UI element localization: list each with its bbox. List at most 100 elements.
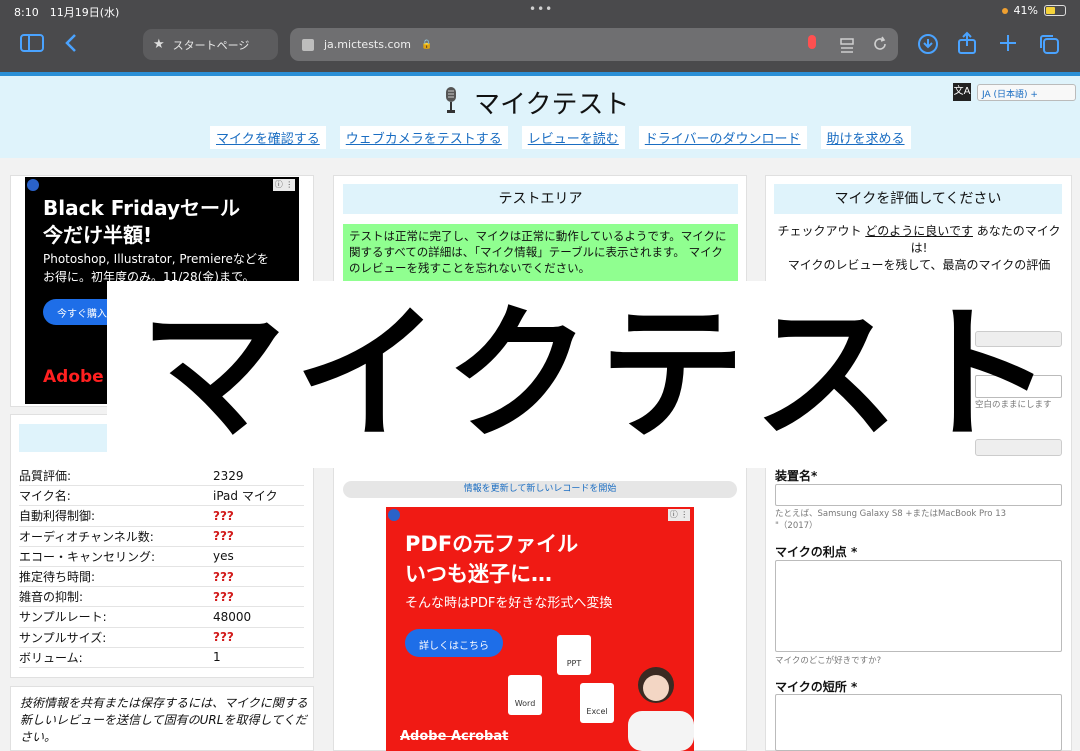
how-good-link[interactable]: どのように良いです (865, 224, 973, 238)
lock-icon: 🔒 (420, 39, 433, 50)
microphone-icon[interactable] (808, 35, 816, 49)
ad-choices-icon[interactable]: ⓘ ⋮ (668, 509, 690, 521)
ad-headline-line1: PDFの元ファイル (405, 532, 579, 556)
test-success-message: テストは正常に完了し、マイクは正常に動作しているようです。マイクに関するすべての… (343, 224, 738, 284)
nav-read-reviews[interactable]: レビューを読む (521, 126, 625, 149)
device-name-label: 装置名* (775, 469, 818, 483)
pros-label: マイクの利点 * (775, 545, 858, 559)
info-value: 2329 (213, 468, 244, 483)
ad-headline-line1: Black Fridayセール (43, 196, 241, 220)
language-select[interactable]: JA (日本語) + (977, 84, 1076, 101)
info-value: ??? (213, 589, 234, 604)
battery-percent: 41% (1013, 4, 1038, 17)
ad-info-icon (388, 509, 400, 521)
pros-textarea[interactable] (775, 560, 1062, 652)
mic-info-table: 品質評価: 2329 マイク名: iPad マイク 自動利得制御:??? オーディオチャン… (19, 466, 304, 668)
info-row: 推定待ち時間:??? (19, 567, 304, 588)
info-key: サンプルレート: (19, 610, 107, 625)
info-value: ??? (213, 508, 234, 523)
microphone-logo-icon (446, 87, 456, 113)
browser-toolbar: 8:10 11月19日(水) ••• 41% ★ スタートページ ja.mict… (0, 0, 1080, 72)
ad-headline-line2: 今だけ半額! (43, 223, 153, 247)
person-illustration (628, 667, 694, 751)
refresh-record-link[interactable]: 情報を更新して新しいレコードを開始 (343, 481, 737, 498)
ad-choices-icon[interactable]: ⓘ ⋮ (273, 179, 295, 191)
tabs-overview-icon[interactable] (1038, 33, 1060, 60)
adobe-acrobat-logo: Adobe Acrobat (400, 729, 509, 744)
ad-headline-line2: いつも迷子に… (405, 562, 552, 586)
cons-textarea[interactable] (775, 694, 1062, 751)
star-icon: ★ (153, 37, 165, 52)
ad-headline: PDFの元ファイル いつも迷子に… (405, 529, 578, 589)
ad-subtext: そんな時はPDFを好きな形式へ変換 (405, 596, 613, 611)
site-favicon-icon (302, 38, 314, 51)
cons-label: マイクの短所 * (775, 680, 858, 694)
info-row: マイク名: iPad マイク (19, 486, 304, 507)
nav-get-help[interactable]: 助けを求める (820, 126, 911, 149)
nav-test-webcam[interactable]: ウェブカメラをテストする (339, 126, 508, 149)
adobe-logo: Adobe (43, 367, 104, 387)
info-key: マイク名: (19, 489, 71, 504)
ad-info-icon (27, 179, 39, 191)
info-row: オーディオチャンネル数:??? (19, 527, 304, 547)
info-key: 品質評価: (19, 469, 72, 484)
address-bar[interactable]: ja.mictests.com 🔒 (290, 28, 898, 61)
tab-start-page[interactable]: ★ スタートページ (143, 29, 278, 60)
info-row: 雑音の抑制:??? (19, 587, 304, 608)
info-value: iPad マイク (213, 489, 278, 504)
ad-learn-more-button[interactable]: 詳しくはこちら (405, 629, 503, 657)
battery-icon (1044, 5, 1066, 16)
share-icon[interactable] (957, 31, 977, 60)
info-value: ??? (213, 630, 234, 645)
status-indicators: 41% (1001, 4, 1066, 17)
info-row: ボリューム: 1 (19, 648, 304, 668)
rate-mic-title: マイクを評価してください (774, 184, 1062, 214)
nav-check-mic[interactable]: マイクを確認する (210, 126, 326, 149)
translate-icon: 文A (953, 83, 971, 101)
rate-intro-pre: チェックアウト (777, 224, 866, 238)
info-key: 雑音の抑制: (19, 590, 84, 605)
info-value: ??? (213, 529, 234, 544)
url-text: ja.mictests.com (324, 38, 411, 51)
acrobat-ad[interactable]: ⓘ ⋮ PDFの元ファイル いつも迷子に… そんな時はPDFを好きな形式へ変換 … (386, 507, 694, 751)
sidebar-icon[interactable] (20, 33, 44, 57)
test-area-title: テストエリア (343, 184, 738, 214)
ad-headline: Black Fridayセール 今だけ半額! (43, 195, 240, 249)
multitask-dots[interactable]: ••• (529, 2, 553, 16)
back-icon[interactable] (64, 32, 78, 59)
download-icon[interactable] (917, 33, 939, 60)
device-name-input[interactable] (775, 484, 1062, 506)
rate-intro: チェックアウト どのように良いです あなたのマイクは! マイクのレビューを残して… (776, 223, 1062, 274)
info-key: エコー・キャンセリング: (19, 549, 156, 564)
site-title[interactable]: マイクテスト (474, 84, 629, 121)
info-value: 48000 (213, 609, 252, 624)
info-row: サンプルレート: 48000 (19, 607, 304, 628)
info-row: 自動利得制御:??? (19, 506, 304, 527)
info-row: 品質評価: 2329 (19, 466, 304, 487)
nav-download-drivers[interactable]: ドライバーのダウンロード (638, 126, 807, 149)
info-row: サンプルサイズ:??? (19, 628, 304, 648)
info-key: サンプルサイズ: (19, 630, 107, 645)
tab-label: スタートページ (172, 38, 250, 52)
info-value: ??? (213, 569, 234, 584)
info-key: ボリューム: (19, 650, 83, 665)
info-key: 自動利得制御: (19, 509, 96, 524)
info-row: エコー・キャンセリング: yes (19, 547, 304, 567)
reload-icon[interactable] (872, 34, 888, 58)
info-key: 推定待ち時間: (19, 570, 96, 585)
share-info-text: 技術情報を共有または保存するには、マイクに関する新しいレビューを送信して固有のU… (20, 696, 308, 744)
overlay-caption: マイクテスト (140, 290, 1062, 460)
info-value: 1 (213, 650, 221, 665)
new-tab-icon[interactable] (998, 33, 1018, 58)
device-name-hint: たとえば、Samsung Galaxy S8 +またはMacBook Pro 1… (775, 509, 1007, 531)
pros-hint: マイクのどこが好きですか? (775, 656, 882, 666)
reader-icon[interactable] (840, 35, 854, 59)
word-file-icon: Word (508, 675, 542, 715)
rate-intro-line2: マイクのレビューを残して、最高のマイクの評価 (787, 258, 1051, 272)
ad-subtext-line1: Photoshop, Illustrator, Premiereなどを (43, 252, 269, 266)
main-nav: マイクを確認する ウェブカメラをテストする レビューを読む ドライバーのダウンロ… (210, 126, 911, 149)
info-value: yes (213, 549, 234, 564)
info-key: オーディオチャンネル数: (19, 529, 154, 544)
mic-indicator-icon (1001, 7, 1008, 14)
ppt-file-icon: PPT (557, 635, 591, 675)
